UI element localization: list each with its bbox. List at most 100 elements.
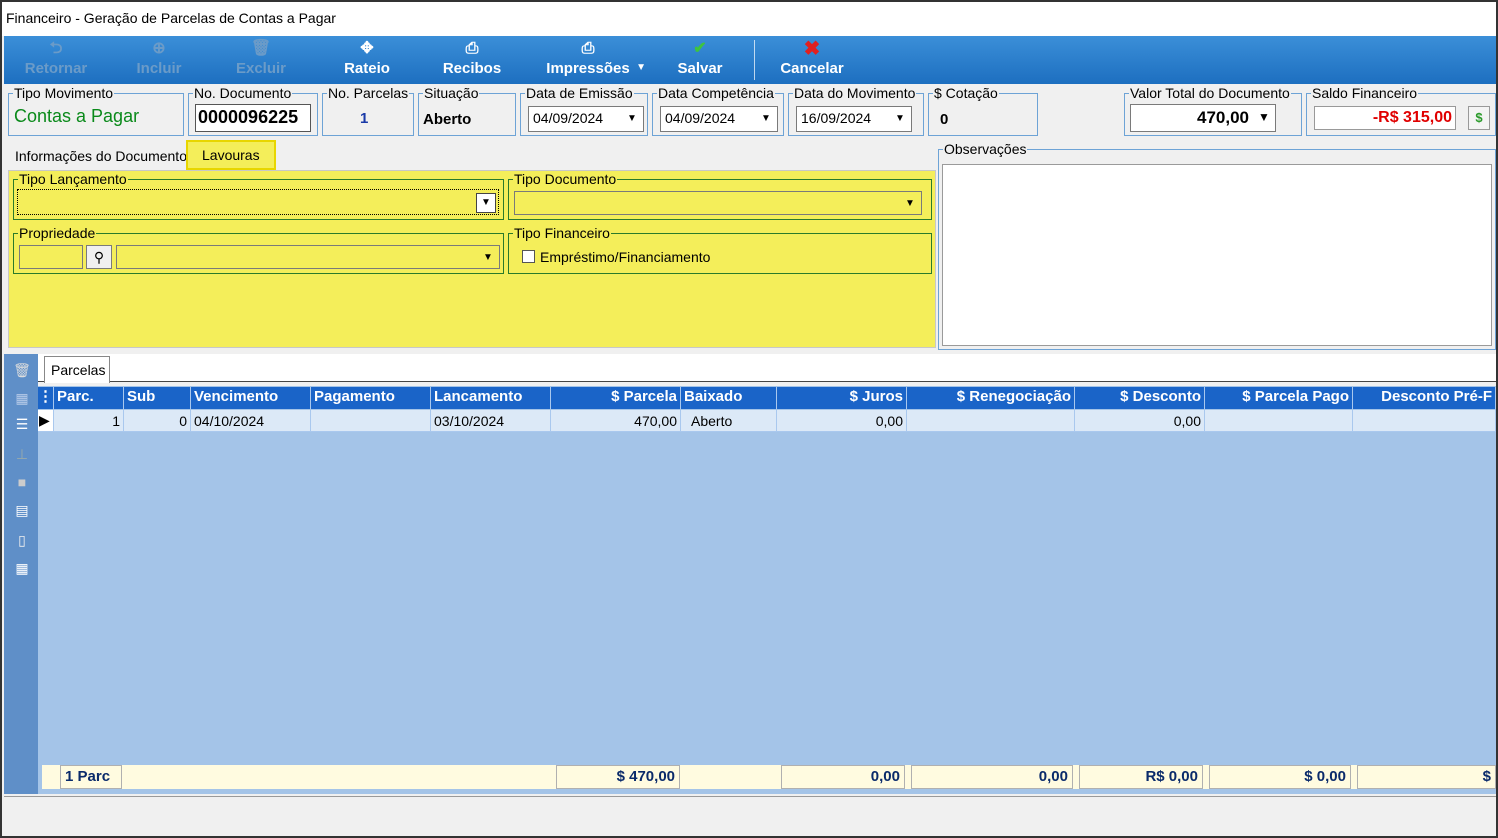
situacao-label: Situação <box>424 85 479 101</box>
data-emissao-label: Data de Emissão <box>526 85 633 101</box>
situacao-value: Aberto <box>423 111 472 128</box>
col-pagamento[interactable]: Pagamento <box>311 387 431 409</box>
no-documento-label: No. Documento <box>194 85 292 101</box>
tab-informacoes-documento[interactable]: Informações do Documento <box>15 148 187 164</box>
printer-icon: ⎙ <box>465 40 479 57</box>
trash-icon: 🗑 <box>250 40 272 57</box>
cell-desconto-pre[interactable] <box>1353 410 1496 432</box>
col-juros[interactable]: $ Juros <box>777 387 907 409</box>
incluir-button[interactable]: ⊕ Incluir <box>124 38 194 82</box>
recibos-button[interactable]: ⎙ Recibos <box>436 38 508 82</box>
return-arrow-icon: ⮌ <box>49 40 63 57</box>
col-parc[interactable]: Parc. <box>54 387 124 409</box>
row-indicator-icon[interactable]: ▶ <box>38 410 54 432</box>
footer-parcela-pago: $ 0,00 <box>1209 765 1351 789</box>
footer-renegociacao: 0,00 <box>911 765 1073 789</box>
cancelar-button[interactable]: ✖ Cancelar <box>774 38 850 82</box>
close-icon: ✖ <box>803 38 821 60</box>
parcelas-grid <box>38 386 1496 762</box>
cotacao-value: 0 <box>940 111 949 128</box>
tipo-documento-select[interactable]: ▼ <box>514 191 922 215</box>
no-parcelas-label: No. Parcelas <box>328 85 409 101</box>
no-parcelas-value: 1 <box>360 110 369 127</box>
cell-parcela-pago[interactable] <box>1205 410 1353 432</box>
cell-parcela[interactable]: 470,00 <box>551 410 681 432</box>
valor-total-value: 470,00 <box>1197 108 1249 127</box>
chevron-down-icon: ▼ <box>636 62 646 73</box>
data-emissao-picker[interactable]: 04/09/2024 ▼ <box>528 106 644 132</box>
valor-total-field[interactable]: 470,00 ▼ <box>1130 104 1276 132</box>
cell-lancamento[interactable]: 03/10/2024 <box>431 410 551 432</box>
cell-pagamento[interactable] <box>311 410 431 432</box>
tipo-lancamento-label: Tipo Lançamento <box>19 171 127 187</box>
window-title: Financeiro - Geração de Parcelas de Cont… <box>6 10 336 26</box>
col-desconto[interactable]: $ Desconto <box>1075 387 1205 409</box>
chevron-down-icon[interactable]: ▼ <box>901 195 919 213</box>
data-movimento-label: Data do Movimento <box>794 85 916 101</box>
grid-delete-icon[interactable]: ▦ <box>12 390 32 408</box>
tab-parcelas-label: Parcelas <box>51 362 106 378</box>
tab-lavouras-label: Lavouras <box>202 147 260 163</box>
tab-parcelas[interactable]: Parcelas <box>44 356 110 383</box>
propriedade-label: Propriedade <box>19 225 96 241</box>
toolbar: ⮌ Retornar ⊕ Incluir 🗑 Excluir ✥ Rateio … <box>4 36 1496 84</box>
grid-export-icon[interactable]: ▦ <box>12 560 32 578</box>
cell-juros[interactable]: 0,00 <box>777 410 907 432</box>
data-movimento-picker[interactable]: 16/09/2024 ▼ <box>796 106 912 132</box>
title-bar: Financeiro - Geração de Parcelas de Cont… <box>2 2 1496 36</box>
propriedade-select[interactable]: ▼ <box>116 245 500 269</box>
stamp-icon[interactable]: ⊥ <box>12 446 32 464</box>
cell-baixado[interactable]: Aberto <box>681 410 777 432</box>
col-parcela[interactable]: $ Parcela <box>551 387 681 409</box>
data-competencia-picker[interactable]: 04/09/2024 ▼ <box>660 106 778 132</box>
chevron-down-icon[interactable]: ▼ <box>1255 108 1273 126</box>
chevron-down-icon[interactable]: ▼ <box>479 249 497 267</box>
main-window: Financeiro - Geração de Parcelas de Cont… <box>0 0 1498 838</box>
retornar-button[interactable]: ⮌ Retornar <box>18 38 94 82</box>
list-icon[interactable]: ☰ <box>12 416 32 434</box>
col-desconto-pre[interactable]: Desconto Pré-F <box>1353 387 1496 409</box>
propriedade-code-input[interactable] <box>19 245 83 269</box>
cell-parc[interactable]: 1 <box>54 410 124 432</box>
cell-sub[interactable]: 0 <box>124 410 191 432</box>
chevron-down-icon[interactable]: ▼ <box>623 110 641 128</box>
grid-menu-icon[interactable]: ⋮ <box>38 387 54 409</box>
footer-parcela: $ 470,00 <box>556 765 680 789</box>
col-baixado[interactable]: Baixado <box>681 387 777 409</box>
money-bag-icon[interactable]: $ <box>1468 106 1490 130</box>
cell-renegociacao[interactable] <box>907 410 1075 432</box>
no-documento-field[interactable]: 0000096225 <box>195 104 311 132</box>
col-renegociacao[interactable]: $ Renegociação <box>907 387 1075 409</box>
footer-desconto: R$ 0,00 <box>1079 765 1203 789</box>
chevron-down-icon[interactable]: ▼ <box>891 110 909 128</box>
col-lancamento[interactable]: Lancamento <box>431 387 551 409</box>
cell-vencimento[interactable]: 04/10/2024 <box>191 410 311 432</box>
trash-icon[interactable]: 🗑 <box>12 362 32 380</box>
col-sub[interactable]: Sub <box>124 387 191 409</box>
cotacao-label: $ Cotação <box>934 85 998 101</box>
observacoes-textarea[interactable] <box>942 164 1492 346</box>
tipo-financeiro-label: Tipo Financeiro <box>514 225 610 241</box>
status-bar <box>4 796 1496 836</box>
calendar-search-icon[interactable]: ▤ <box>12 502 32 520</box>
tipo-movimento-label: Tipo Movimento <box>14 85 114 101</box>
col-parcela-pago[interactable]: $ Parcela Pago <box>1205 387 1353 409</box>
square-icon[interactable]: ■ <box>12 474 32 492</box>
observacoes-label: Observações <box>944 141 1027 157</box>
emprestimo-checkbox[interactable] <box>522 250 535 263</box>
chevron-down-icon[interactable]: ▼ <box>476 193 496 213</box>
chevron-down-icon[interactable]: ▼ <box>757 110 775 128</box>
tab-lavouras[interactable]: Lavouras <box>186 140 276 170</box>
footer-desconto-pre: $ <box>1357 765 1496 789</box>
impressoes-button[interactable]: ⎙ Impressões ▼ <box>528 38 648 82</box>
col-vencimento[interactable]: Vencimento <box>191 387 311 409</box>
tipo-lancamento-select[interactable]: ▼ <box>17 189 499 215</box>
rateio-button[interactable]: ✥ Rateio <box>334 38 400 82</box>
document-icon[interactable]: ▯ <box>12 532 32 550</box>
search-icon[interactable]: ⚲ <box>86 245 112 269</box>
saldo-financeiro-label: Saldo Financeiro <box>1312 85 1418 101</box>
cell-desconto[interactable]: 0,00 <box>1075 410 1205 432</box>
salvar-button[interactable]: ✔ Salvar <box>664 38 736 82</box>
excluir-button[interactable]: 🗑 Excluir <box>226 38 296 82</box>
toolbar-separator <box>754 40 755 80</box>
